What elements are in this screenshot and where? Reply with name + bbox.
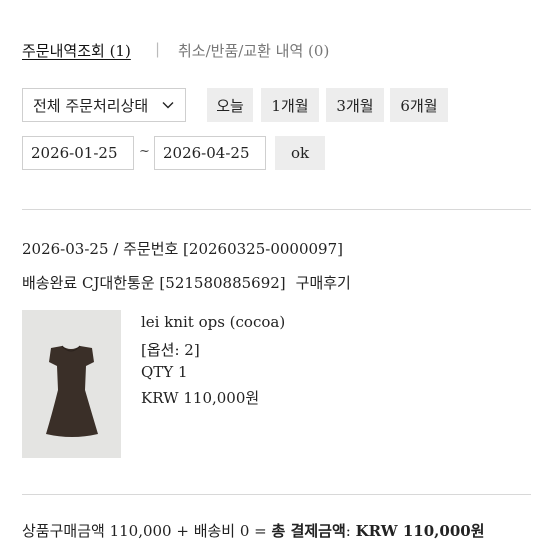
tab-cancel-return-exchange[interactable]: 취소/반품/교환 내역 (0) bbox=[178, 40, 329, 61]
chevron-down-icon bbox=[162, 102, 174, 109]
summary-colon: : bbox=[345, 522, 351, 540]
date-to-value: 2026-04-25 bbox=[163, 144, 250, 162]
period-6month-button[interactable]: 6개월 bbox=[390, 88, 448, 122]
divider bbox=[22, 494, 531, 495]
tab-separator: | bbox=[155, 40, 161, 58]
order-status-select[interactable]: 전체 주문처리상태 bbox=[22, 88, 186, 122]
shipping-info: 배송완료 CJ대한통운 [521580885692] 구매후기 bbox=[22, 272, 351, 293]
period-1month-button[interactable]: 1개월 bbox=[261, 88, 319, 122]
date-from-value: 2026-01-25 bbox=[31, 144, 118, 162]
order-date: 2026-03-25 bbox=[22, 240, 109, 258]
summary-total-value: KRW 110,000원 bbox=[355, 522, 485, 540]
dress-image bbox=[22, 310, 121, 458]
product-thumbnail[interactable] bbox=[22, 310, 121, 458]
date-to-input[interactable]: 2026-04-25 bbox=[154, 136, 266, 170]
summary-breakdown: 상품구매금액 110,000 + 배송비 0 = bbox=[22, 522, 267, 540]
write-review-link[interactable]: 구매후기 bbox=[296, 274, 351, 292]
date-from-input[interactable]: 2026-01-25 bbox=[22, 136, 134, 170]
product-price: KRW 110,000원 bbox=[141, 389, 260, 407]
order-status-select-value: 전체 주문처리상태 bbox=[33, 96, 149, 115]
period-today-button[interactable]: 오늘 bbox=[207, 88, 253, 122]
order-header: 2026-03-25 / 주문번호 [20260325-0000097] bbox=[22, 238, 343, 259]
tab-order-history[interactable]: 주문내역조회 (1) bbox=[22, 40, 131, 61]
summary-total-label: 총 결제금액 bbox=[271, 522, 346, 540]
divider bbox=[22, 209, 531, 210]
payment-summary: 상품구매금액 110,000 + 배송비 0 = 총 결제금액: KRW 110… bbox=[22, 520, 485, 541]
order-number[interactable]: / 주문번호 [20260325-0000097] bbox=[113, 240, 343, 258]
product-option: [옵션: 2] bbox=[141, 341, 200, 359]
product-quantity: QTY 1 bbox=[141, 363, 188, 381]
product-name[interactable]: lei knit ops (cocoa) bbox=[141, 313, 285, 331]
search-ok-button[interactable]: ok bbox=[275, 136, 325, 170]
date-range-separator: ~ bbox=[139, 144, 150, 159]
period-3month-button[interactable]: 3개월 bbox=[326, 88, 384, 122]
shipping-status: 배송완료 CJ대한통운 [521580885692] bbox=[22, 274, 286, 292]
